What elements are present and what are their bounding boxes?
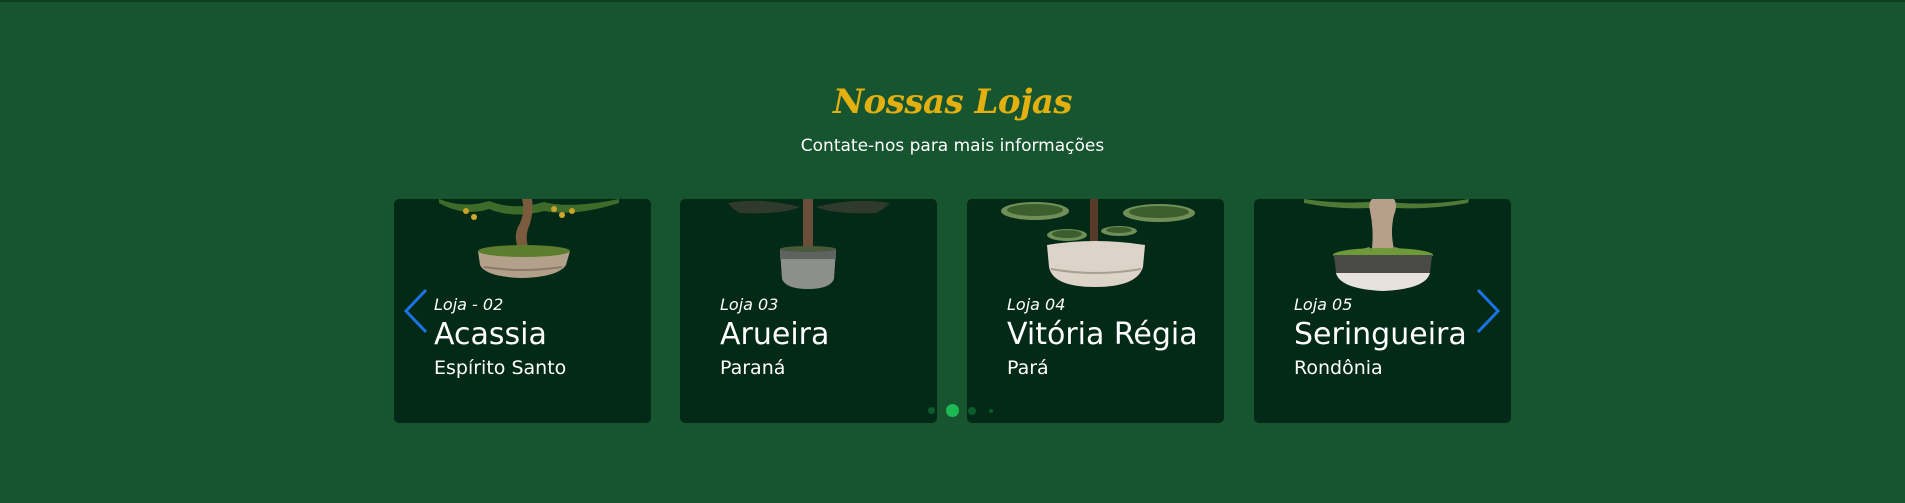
store-number: Loja 05 xyxy=(1294,295,1353,314)
store-card[interactable]: Loja 04 Vitória Régia Pará xyxy=(967,199,1224,423)
water-lily-pot-icon xyxy=(1001,199,1195,287)
pagination-dot[interactable] xyxy=(968,407,976,415)
store-state: Paraná xyxy=(720,357,786,379)
pagination-dot[interactable] xyxy=(928,407,935,414)
store-name: Seringueira xyxy=(1294,317,1467,352)
pagination-dot-active[interactable] xyxy=(946,404,959,417)
chevron-left-icon xyxy=(403,288,428,334)
store-number: Loja - 02 xyxy=(434,295,504,314)
store-state: Rondônia xyxy=(1294,357,1383,379)
store-name: Arueira xyxy=(720,317,830,352)
store-name: Vitória Régia xyxy=(1007,317,1198,352)
stores-carousel: Loja - 02 Acassia Espírito Santo Loja 03… xyxy=(0,2,1905,503)
store-number: Loja 04 xyxy=(1007,295,1066,314)
store-name: Acassia xyxy=(434,317,547,352)
potted-palm-icon xyxy=(728,199,890,289)
store-number: Loja 03 xyxy=(720,295,779,314)
carousel-next-button[interactable] xyxy=(1472,288,1502,334)
bonsai-tree-icon xyxy=(1304,199,1469,291)
bonsai-tree-icon xyxy=(439,199,619,278)
store-state: Espírito Santo xyxy=(434,357,567,379)
pagination-dot[interactable] xyxy=(989,409,993,413)
carousel-prev-button[interactable] xyxy=(402,288,432,334)
store-card[interactable]: Loja 03 Arueira Paraná xyxy=(680,199,937,423)
carousel-pagination xyxy=(926,402,996,418)
store-state: Pará xyxy=(1007,357,1049,379)
chevron-right-icon xyxy=(1476,288,1501,334)
store-card[interactable]: Loja - 02 Acassia Espírito Santo xyxy=(394,199,651,423)
